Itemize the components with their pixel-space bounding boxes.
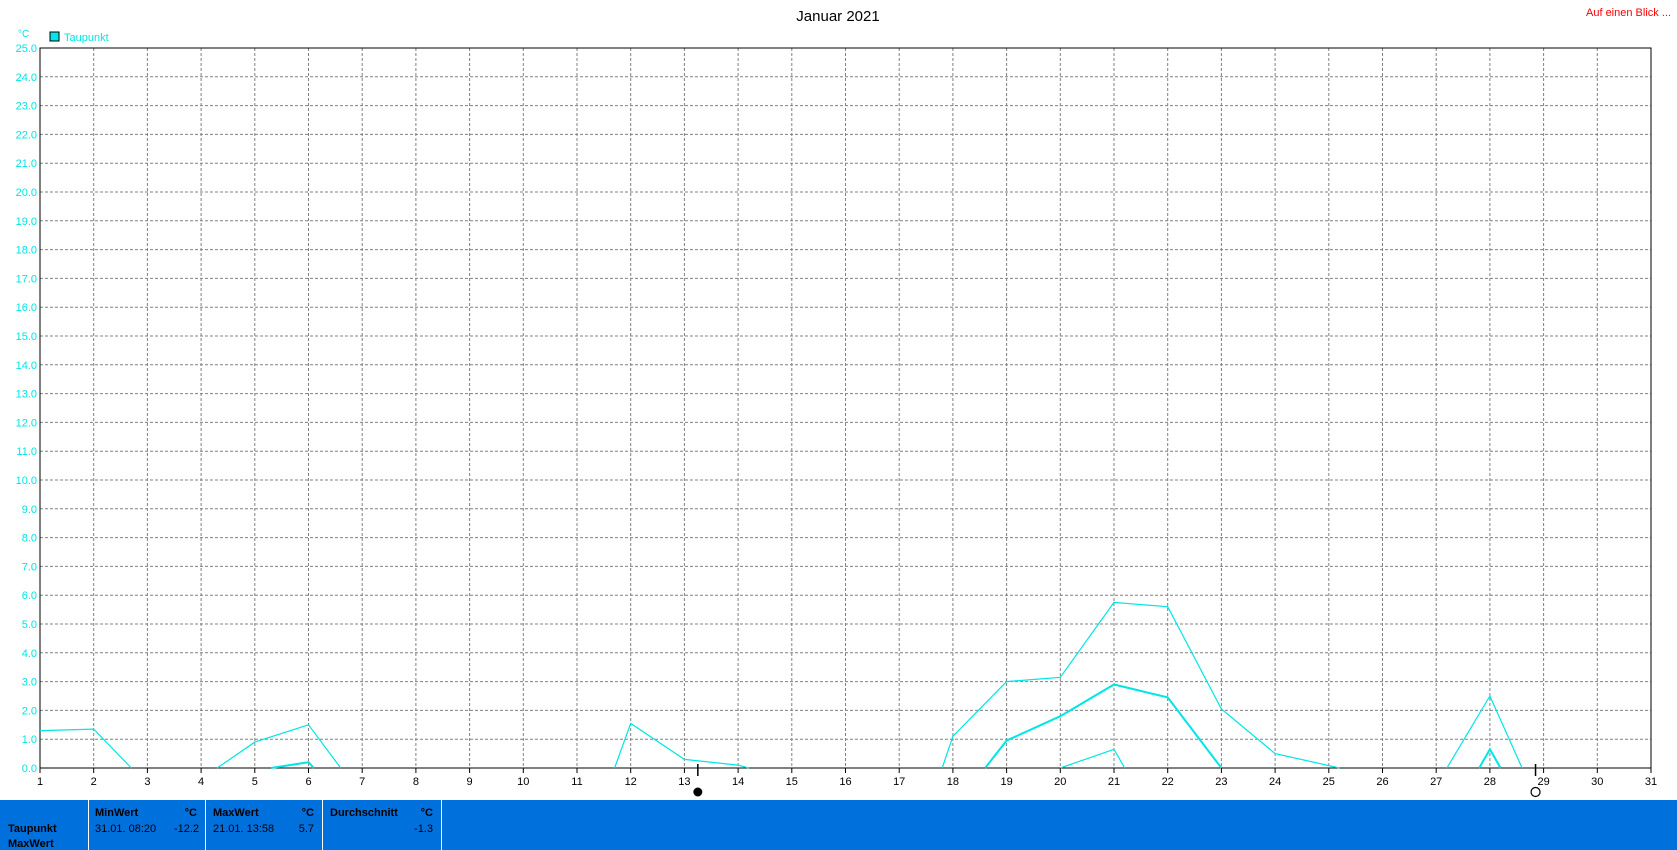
x-tick-label: 24 [1269, 776, 1281, 788]
overview-link[interactable]: Auf einen Blick ... [1586, 7, 1671, 19]
x-tick-label: 21 [1108, 776, 1120, 788]
x-tick-label: 8 [413, 776, 419, 788]
new-moon-icon [693, 787, 703, 797]
series-line-1 [216, 724, 342, 769]
y-tick-label: 9.0 [22, 504, 37, 516]
min-value-box: MinWert °C 31.01. 08:20 -12.2 [88, 800, 205, 850]
x-tick-label: 30 [1591, 776, 1603, 788]
x-tick-label: 3 [144, 776, 150, 788]
y-tick-label: 11.0 [16, 446, 37, 458]
y-tick-label: 24.0 [16, 72, 37, 84]
y-tick-label: 6.0 [22, 590, 37, 602]
y-tick-label: 0.0 [22, 763, 37, 775]
y-tick-label: 2.0 [22, 705, 37, 717]
min-header: MinWert [95, 807, 139, 819]
stats-panel: Taupunkt MaxWert MinWert °C 31.01. 08:20… [0, 800, 1677, 850]
x-tick-label: 16 [839, 776, 851, 788]
x-tick-label: 19 [1000, 776, 1012, 788]
x-tick-label: 13 [678, 776, 690, 788]
min-value: -12.2 [173, 823, 199, 835]
x-tick-label: 31 [1645, 776, 1657, 788]
average-value-box: Durchschnitt °C -1.3 [322, 800, 442, 850]
x-tick-label: 25 [1323, 776, 1335, 788]
y-tick-label: 17.0 [16, 273, 37, 285]
y-tick-label: 19.0 [16, 216, 37, 228]
series-line-1 [941, 601, 1340, 769]
y-tick-label: 13.0 [16, 389, 37, 401]
x-tick-label: 23 [1215, 776, 1227, 788]
x-tick-label: 15 [786, 776, 798, 788]
y-tick-label: 4.0 [22, 648, 37, 660]
x-tick-label: 11 [571, 776, 582, 788]
y-tick-label: 23.0 [16, 101, 37, 113]
min-unit: °C [184, 807, 197, 819]
avg-header: Durchschnitt [330, 807, 398, 819]
chart-title: Januar 2021 [796, 8, 879, 25]
max-value-box: MaxWert °C 21.01. 13:58 5.7 [205, 800, 322, 850]
full-moon-icon [1530, 786, 1541, 798]
series-line-1 [39, 728, 132, 769]
y-tick-label: 18.0 [16, 245, 37, 257]
y-tick-label: 12.0 [16, 417, 37, 429]
avg-value: -1.3 [414, 823, 433, 835]
min-datetime: 31.01. 08:20 [95, 823, 157, 835]
y-tick-label: 14.0 [16, 360, 37, 372]
x-tick-label: 9 [467, 776, 473, 788]
x-tick-label: 14 [732, 776, 744, 788]
max-value: 5.7 [298, 823, 314, 835]
x-tick-label: 20 [1054, 776, 1066, 788]
series-line-1 [614, 722, 749, 769]
y-tick-label: 3.0 [22, 677, 37, 689]
y-tick-label: 16.0 [16, 302, 37, 314]
x-tick-label: 1 [37, 776, 43, 788]
y-tick-label: 7.0 [22, 561, 37, 573]
x-tick-label: 18 [947, 776, 959, 788]
max-header: MaxWert [213, 807, 259, 819]
y-tick-label: 20.0 [16, 187, 37, 199]
legend-label: Taupunkt [64, 32, 109, 44]
series-line-2 [984, 683, 1223, 769]
y-tick-label: 10.0 [16, 475, 37, 487]
x-tick-label: 17 [893, 776, 905, 788]
x-tick-label: 7 [359, 776, 365, 788]
max-unit: °C [301, 807, 314, 819]
x-tick-label: 4 [198, 776, 204, 788]
x-tick-label: 10 [517, 776, 529, 788]
chart: Januar 2021 Auf einen Blick ... °C Taupu… [16, 7, 1671, 798]
x-tick-label: 27 [1430, 776, 1442, 788]
x-tick-label: 29 [1537, 776, 1549, 788]
y-tick-label: 8.0 [22, 533, 37, 545]
x-tick-label: 28 [1484, 776, 1496, 788]
y-tick-label: 1.0 [22, 734, 37, 746]
stats-row-label-taupunkt: Taupunkt [8, 823, 57, 835]
x-tick-label: 5 [252, 776, 258, 788]
legend-swatch [49, 31, 60, 42]
x-tick-label: 26 [1376, 776, 1388, 788]
y-tick-label: 22.0 [16, 129, 37, 141]
series-line-2 [270, 761, 315, 769]
x-tick-label: 2 [91, 776, 97, 788]
x-tick-label: 6 [305, 776, 311, 788]
stats-row-label-maxwert: MaxWert [8, 838, 54, 850]
max-datetime: 21.01. 13:58 [213, 823, 275, 835]
y-tick-label: 5.0 [22, 619, 37, 631]
x-tick-label: 22 [1162, 776, 1174, 788]
x-tick-label: 12 [625, 776, 637, 788]
series-line-3 [1060, 748, 1126, 769]
y-tick-label: 15.0 [16, 331, 37, 343]
y-tick-label: 21.0 [16, 158, 37, 170]
y-tick-label: 25.0 [16, 43, 37, 55]
y-axis-unit: °C [18, 29, 29, 40]
avg-unit: °C [420, 807, 433, 819]
